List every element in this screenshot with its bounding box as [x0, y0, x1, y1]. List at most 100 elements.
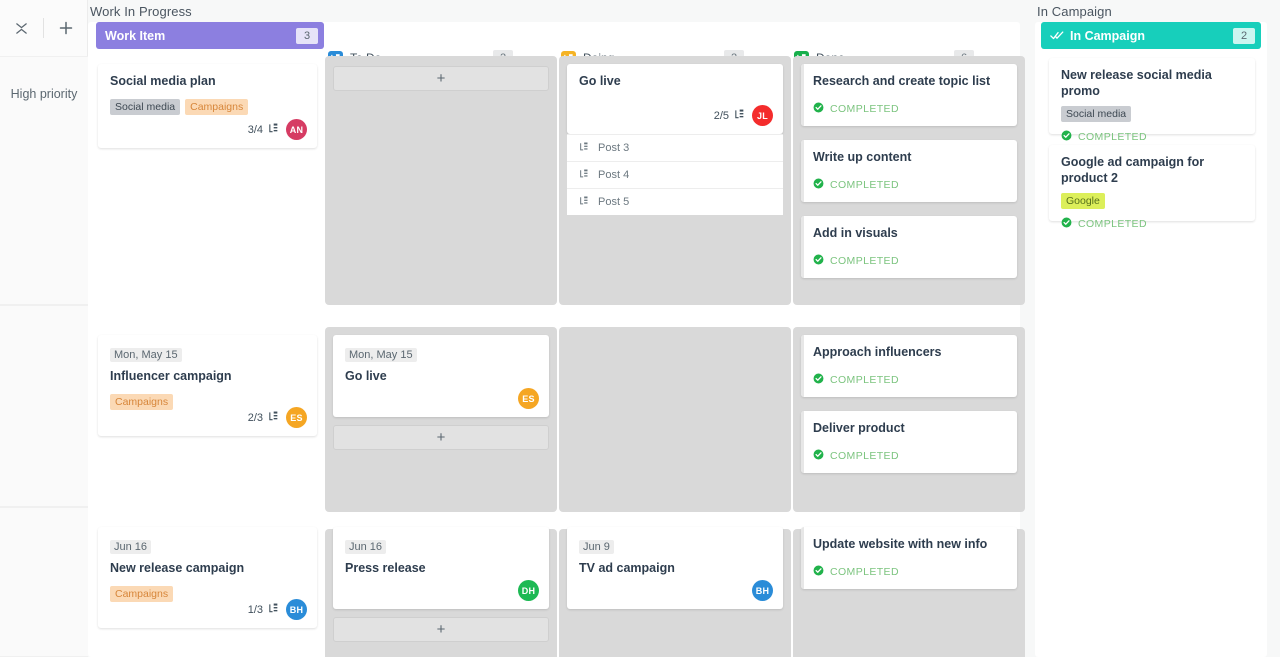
card-date: Mon, May 15 — [345, 348, 417, 362]
card-footer: 1/3 BH — [248, 599, 307, 620]
card-update-website-with-new-info[interactable]: Update website with new info COMPLETED — [801, 527, 1017, 589]
check-circle-icon — [813, 102, 824, 116]
avatar[interactable]: DH — [518, 580, 539, 601]
column-count-in-campaign: 2 — [1233, 27, 1255, 44]
toolbar-divider — [43, 18, 44, 38]
subtask-icon — [734, 109, 745, 123]
subtask-row[interactable]: Post 3 — [567, 134, 783, 161]
subtask-count-value: 2/3 — [247, 411, 263, 424]
card-deliver-product[interactable]: Deliver product COMPLETED — [801, 411, 1017, 473]
subtask-count: 2/5 — [714, 109, 745, 123]
subtask-count-value: 3/4 — [247, 123, 263, 136]
double-check-icon — [1050, 30, 1064, 41]
card-footer: ES — [518, 388, 539, 409]
card-write-up-content[interactable]: Write up content COMPLETED — [801, 140, 1017, 202]
tag[interactable]: Campaigns — [185, 98, 249, 115]
avatar[interactable]: ES — [518, 388, 539, 409]
subtask-label: Post 4 — [598, 169, 630, 181]
card-new-release-campaign[interactable]: Jun 16 New release campaign Campaigns 1/… — [98, 527, 317, 628]
card-footer: 3/4 AN — [248, 119, 307, 140]
tag[interactable]: Campaigns — [110, 393, 174, 410]
subtask-icon — [268, 603, 279, 617]
card-title: Go live — [345, 369, 387, 383]
card-new-release-social-media-promo[interactable]: New release social media promo Social me… — [1049, 58, 1255, 143]
tag[interactable]: Google — [1061, 193, 1105, 210]
avatar[interactable]: AN — [286, 119, 307, 140]
card-influencer-campaign[interactable]: Mon, May 15 Influencer campaign Campaign… — [98, 335, 317, 436]
subtask-label: Post 5 — [598, 196, 630, 208]
card-tags: Social media Campaigns — [110, 98, 305, 115]
card-title: Approach influencers — [813, 345, 942, 359]
status-text: COMPLETED — [1078, 218, 1147, 231]
card-title: New release campaign — [110, 561, 245, 575]
swimlane-rail: High priority — [0, 0, 88, 657]
card-google-ad-campaign-for-product-2[interactable]: Google ad campaign for product 2 Google … — [1049, 145, 1255, 230]
subtask-icon — [268, 411, 279, 425]
subtask-icon — [579, 196, 589, 209]
status-text: COMPLETED — [830, 102, 899, 115]
avatar[interactable]: ES — [286, 407, 307, 428]
avatar[interactable]: BH — [752, 580, 773, 601]
avatar[interactable]: BH — [286, 599, 307, 620]
card-footer: 2/3 ES — [248, 407, 307, 428]
column-header-in-campaign[interactable]: In Campaign 2 — [1041, 22, 1261, 49]
status-text: COMPLETED — [830, 178, 899, 191]
card-social-media-plan[interactable]: Social media plan Social media Campaigns… — [98, 64, 317, 148]
subtask-count: 3/4 — [248, 123, 279, 137]
kanban-board-app: High priority Work In Progress In Campai… — [0, 0, 1280, 657]
status-badge: COMPLETED — [813, 102, 1005, 116]
status-badge: COMPLETED — [813, 565, 1005, 579]
status-text: COMPLETED — [830, 373, 899, 386]
card-go-live-todo[interactable]: Mon, May 15 Go live ES — [333, 335, 549, 417]
rail-lane-2 — [0, 305, 88, 507]
status-text: COMPLETED — [830, 449, 899, 462]
subtask-row[interactable]: Post 4 — [567, 161, 783, 188]
column-label-work-item: Work Item — [105, 28, 166, 43]
rail-toolbar — [0, 0, 87, 56]
subtask-row[interactable]: Post 5 — [567, 188, 783, 215]
group-title-in-campaign: In Campaign — [1037, 4, 1112, 19]
status-text: COMPLETED — [1078, 131, 1147, 144]
column-count-work-item: 3 — [296, 27, 318, 44]
column-header-work-item[interactable]: Work Item 3 — [96, 22, 324, 49]
plus-icon[interactable] — [51, 13, 81, 43]
card-add-in-visuals[interactable]: Add in visuals COMPLETED — [801, 216, 1017, 278]
card-go-live-doing[interactable]: Go live 2/5 JL — [567, 64, 783, 134]
card-title: Google ad campaign for product 2 — [1061, 155, 1205, 185]
add-card-todo-lane3[interactable]: + — [333, 617, 549, 642]
tag[interactable]: Campaigns — [110, 585, 174, 602]
add-card-todo-lane1[interactable]: + — [333, 66, 549, 91]
check-circle-icon — [813, 565, 824, 579]
card-press-release[interactable]: Jun 16 Press release DH — [333, 527, 549, 609]
rail-lane-label: High priority — [10, 87, 78, 101]
subtask-count: 2/3 — [248, 411, 279, 425]
dropzone-doing-lane2[interactable] — [559, 327, 791, 512]
subtask-count-value: 1/3 — [247, 603, 263, 616]
card-footer: BH — [752, 580, 773, 601]
card-approach-influencers[interactable]: Approach influencers COMPLETED — [801, 335, 1017, 397]
subtask-icon — [268, 123, 279, 137]
card-date: Jun 9 — [579, 540, 614, 554]
check-circle-icon — [813, 449, 824, 463]
card-date: Jun 16 — [110, 540, 152, 554]
card-title: Social media plan — [110, 74, 216, 88]
card-research-and-create-topic-list[interactable]: Research and create topic list COMPLETED — [801, 64, 1017, 126]
collapse-vertical-icon[interactable] — [6, 13, 36, 43]
status-badge: COMPLETED — [813, 254, 1005, 268]
card-title: Go live — [579, 74, 621, 88]
rail-lane-3 — [0, 507, 88, 657]
subtask-icon — [579, 142, 589, 155]
subtask-icon — [579, 169, 589, 182]
group-in-campaign: In Campaign 2 New release social media p… — [1035, 22, 1267, 657]
dropzone-todo-lane1[interactable] — [325, 56, 557, 305]
card-title: Press release — [345, 561, 426, 575]
tag[interactable]: Social media — [1061, 106, 1132, 123]
check-circle-icon — [813, 254, 824, 268]
card-tv-ad-campaign[interactable]: Jun 9 TV ad campaign BH — [567, 527, 783, 609]
check-circle-icon — [1061, 217, 1072, 231]
avatar[interactable]: JL — [752, 105, 773, 126]
card-title: Deliver product — [813, 421, 905, 435]
add-card-todo-lane2[interactable]: + — [333, 425, 549, 450]
status-badge: COMPLETED — [813, 178, 1005, 192]
tag[interactable]: Social media — [110, 98, 181, 115]
